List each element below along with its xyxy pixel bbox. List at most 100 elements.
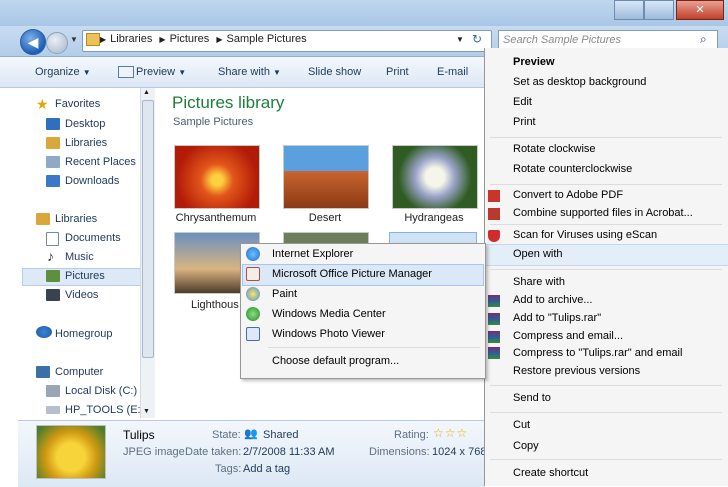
nav-hp-tools[interactable]: HP_TOOLS (E:)	[65, 404, 144, 416]
libraries-icon	[46, 137, 60, 149]
open-with-paint[interactable]: Paint	[272, 288, 297, 300]
rating-label: Rating:	[394, 429, 429, 441]
submenu-separator	[268, 347, 480, 348]
menu-item-add-to-archive[interactable]: Add to archive...	[513, 294, 593, 306]
preview-button[interactable]: Preview ▼	[136, 66, 186, 78]
crumb-sample-pictures[interactable]: Sample Pictures	[227, 33, 307, 45]
videos-icon	[46, 289, 60, 301]
library-subtitle[interactable]: Sample Pictures	[173, 116, 253, 128]
winrar-icon	[488, 347, 500, 359]
menu-item-share-with[interactable]: Share with	[513, 276, 565, 288]
menu-item-scan-escan[interactable]: Scan for Viruses using eScan	[513, 229, 657, 241]
downloads-icon	[46, 175, 60, 187]
slide-show-button[interactable]: Slide show	[308, 66, 361, 78]
recent-pages-dropdown-icon[interactable]: ▼	[70, 35, 78, 44]
menu-item-add-to-rar[interactable]: Add to "Tulips.rar"	[513, 312, 601, 324]
thumbnail-label: Lighthous	[191, 299, 239, 311]
tags-value[interactable]: Add a tag	[243, 463, 290, 475]
nav-documents[interactable]: Documents	[65, 232, 121, 244]
rating-stars-icon[interactable]: ☆☆☆	[433, 426, 468, 440]
thumbnail-label: Chrysanthemum	[175, 212, 257, 224]
menu-item-edit[interactable]: Edit	[513, 96, 532, 108]
menu-item-copy[interactable]: Copy	[513, 440, 539, 452]
menu-item-preview[interactable]: Preview	[513, 56, 555, 68]
menu-item-print[interactable]: Print	[513, 116, 536, 128]
paint-icon	[246, 287, 260, 301]
crumb-libraries[interactable]: Libraries	[110, 33, 152, 45]
dimensions-value: 1024 x 768	[432, 446, 487, 458]
minimize-button[interactable]	[614, 0, 644, 20]
thumbnail-label: Hydrangeas	[404, 212, 464, 224]
nav-scrollbar-thumb[interactable]	[142, 100, 154, 358]
print-button[interactable]: Print	[386, 66, 409, 78]
open-with-windows-media-center[interactable]: Windows Media Center	[272, 308, 386, 320]
nav-videos[interactable]: Videos	[65, 289, 98, 301]
libraries-icon	[36, 213, 50, 225]
open-with-internet-explorer[interactable]: Internet Explorer	[272, 248, 353, 260]
refresh-icon[interactable]: ↻	[472, 32, 482, 46]
nav-computer[interactable]: Computer	[55, 366, 103, 378]
search-icon[interactable]: ⌕	[700, 32, 707, 47]
maximize-button[interactable]	[644, 0, 674, 20]
file-type: JPEG image	[123, 446, 185, 458]
photo-viewer-icon	[246, 327, 260, 341]
email-button[interactable]: E-mail	[437, 66, 468, 78]
state-label: State:	[212, 429, 241, 441]
nav-music[interactable]: Music	[65, 251, 94, 263]
menu-item-rotate-clockwise[interactable]: Rotate clockwise	[513, 143, 596, 155]
menu-item-create-shortcut[interactable]: Create shortcut	[513, 467, 588, 479]
menu-item-send-to[interactable]: Send to	[513, 392, 551, 404]
close-button[interactable]: ✕	[676, 0, 724, 20]
nav-local-disk[interactable]: Local Disk (C:)	[65, 385, 137, 397]
menu-item-compress-rar-email[interactable]: Compress to "Tulips.rar" and email	[513, 347, 682, 359]
crumb-pictures[interactable]: Pictures	[170, 33, 210, 45]
share-with-button[interactable]: Share with ▼	[218, 66, 281, 78]
open-with-choose-default-program[interactable]: Choose default program...	[272, 355, 399, 367]
menu-item-set-desktop-background[interactable]: Set as desktop background	[513, 76, 646, 88]
scroll-down-icon[interactable]: ▼	[143, 408, 150, 415]
escan-shield-icon	[488, 230, 500, 242]
close-icon: ✕	[695, 4, 705, 16]
menu-item-open-with[interactable]: Open with	[513, 248, 563, 260]
organize-button[interactable]: Organize ▼	[35, 66, 91, 78]
open-with-windows-photo-viewer[interactable]: Windows Photo Viewer	[272, 328, 385, 340]
nav-pictures[interactable]: Pictures	[65, 270, 105, 282]
nav-libraries-favorite[interactable]: Libraries	[65, 137, 107, 149]
thumbnail-desert[interactable]	[283, 145, 369, 209]
back-button[interactable]: ◀	[20, 29, 46, 55]
scroll-up-icon[interactable]: ▲	[143, 89, 150, 96]
menu-item-combine-acrobat[interactable]: Combine supported files in Acrobat...	[513, 207, 693, 219]
acrobat-icon	[488, 208, 500, 220]
address-dropdown-icon[interactable]: ▼	[456, 35, 464, 44]
library-title: Pictures library	[172, 93, 285, 112]
menu-separator	[490, 459, 722, 460]
winrar-icon	[488, 295, 500, 307]
thumbnail-hydrangeas[interactable]	[392, 145, 478, 209]
menu-separator	[490, 137, 722, 138]
documents-icon	[46, 232, 59, 246]
nav-favorites[interactable]: Favorites	[55, 98, 100, 110]
thumbnail-chrysanthemum[interactable]	[174, 145, 260, 209]
date-value[interactable]: 2/7/2008 11:33 AM	[243, 446, 335, 458]
menu-item-compress-and-email[interactable]: Compress and email...	[513, 330, 623, 342]
nav-libraries[interactable]: Libraries	[55, 213, 97, 225]
nav-homegroup[interactable]: Homegroup	[55, 328, 112, 340]
menu-item-cut[interactable]: Cut	[513, 419, 530, 431]
local-disk-icon	[46, 385, 60, 397]
recent-places-icon	[46, 156, 60, 168]
folder-icon	[86, 33, 100, 46]
menu-separator	[490, 412, 722, 413]
nav-downloads[interactable]: Downloads	[65, 175, 119, 187]
nav-desktop[interactable]: Desktop	[65, 118, 105, 130]
menu-item-convert-adobe-pdf[interactable]: Convert to Adobe PDF	[513, 189, 623, 201]
menu-separator	[490, 224, 722, 225]
menu-item-restore-previous-versions[interactable]: Restore previous versions	[513, 365, 640, 377]
open-with-picture-manager[interactable]: Microsoft Office Picture Manager	[272, 268, 432, 280]
menu-item-rotate-counterclockwise[interactable]: Rotate counterclockwise	[513, 163, 632, 175]
forward-button[interactable]	[46, 32, 68, 54]
details-thumbnail	[36, 425, 106, 479]
nav-recent-places[interactable]: Recent Places	[65, 156, 136, 168]
file-name: Tulips	[123, 428, 155, 442]
dimensions-label: Dimensions:	[369, 446, 430, 458]
media-center-icon	[246, 307, 260, 321]
